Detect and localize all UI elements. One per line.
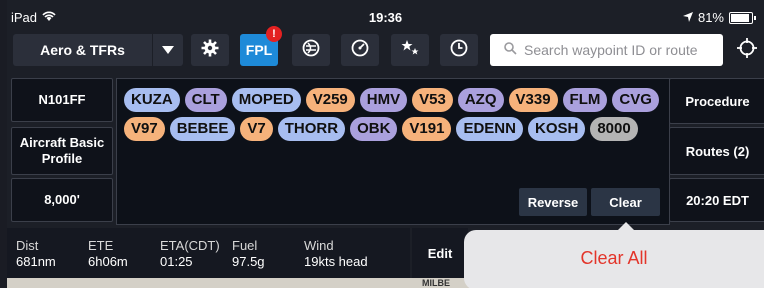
flight-plan-button[interactable]: FPL ! bbox=[240, 26, 282, 66]
search-icon bbox=[504, 42, 517, 58]
route-chip[interactable]: V259 bbox=[305, 88, 355, 112]
favorites-button[interactable] bbox=[391, 34, 429, 66]
route-chip[interactable]: EDENN bbox=[456, 117, 523, 141]
dist-value: 681nm bbox=[16, 254, 56, 269]
battery-percent: 81% bbox=[697, 10, 724, 25]
location-arrow-icon bbox=[682, 10, 693, 25]
aircraft-profile: Aircraft Basic Profile bbox=[19, 135, 105, 166]
route-chip[interactable]: MOPED bbox=[231, 88, 301, 112]
ete-stat: ETE 6h06m bbox=[88, 238, 128, 270]
departure-time: 20:20 EDT bbox=[686, 192, 749, 208]
search-input[interactable]: Search waypoint ID or route bbox=[490, 34, 723, 66]
route-chip[interactable]: V339 bbox=[508, 88, 558, 112]
route-chip[interactable]: 8000 bbox=[590, 117, 638, 141]
gauge-icon bbox=[351, 39, 369, 62]
route-chip[interactable]: CLT bbox=[184, 88, 227, 112]
gear-icon bbox=[201, 39, 219, 62]
route-chip[interactable]: V7 bbox=[240, 117, 273, 141]
clock: 19:36 bbox=[368, 10, 403, 25]
tail-number: N101FF bbox=[38, 92, 86, 107]
procedure-label: Procedure bbox=[685, 93, 750, 109]
route-chip[interactable]: V53 bbox=[412, 88, 453, 112]
fuel-value: 97.5g bbox=[232, 254, 265, 269]
route-chip[interactable]: THORR bbox=[277, 117, 346, 141]
tail-number-button[interactable]: N101FF bbox=[11, 78, 113, 122]
procedure-button[interactable]: Procedure bbox=[669, 78, 764, 124]
fuel-label: Fuel bbox=[232, 238, 258, 253]
eta-value: 01:25 bbox=[160, 254, 193, 269]
wind-stat: Wind 19kts head bbox=[304, 238, 368, 270]
route-chip[interactable]: CVG bbox=[612, 88, 659, 112]
departure-time-button[interactable]: 20:20 EDT bbox=[669, 178, 764, 222]
route-chip[interactable]: OBK bbox=[350, 117, 398, 141]
chevron-down-icon[interactable] bbox=[152, 34, 183, 66]
route-chip[interactable]: KOSH bbox=[527, 117, 586, 141]
timer-button[interactable] bbox=[440, 34, 478, 66]
altitude: 8,000' bbox=[44, 192, 80, 207]
reverse-label: Reverse bbox=[527, 194, 579, 210]
wind-label: Wind bbox=[304, 238, 334, 253]
edit-label: Edit bbox=[427, 245, 453, 261]
flight-info-bar: Dist 681nm ETE 6h06m ETA(CDT) 01:25 Fuel… bbox=[7, 228, 410, 278]
wind-value: 19kts head bbox=[304, 254, 368, 269]
alert-badge: ! bbox=[266, 26, 282, 42]
reverse-button[interactable]: Reverse bbox=[519, 188, 587, 216]
route-chip[interactable]: V191 bbox=[402, 117, 452, 141]
status-right: 81% bbox=[682, 10, 756, 25]
instruments-button[interactable] bbox=[341, 34, 379, 66]
crosshair-icon bbox=[737, 37, 757, 63]
routes-label: Routes (2) bbox=[685, 143, 750, 159]
toolbar: Aero & TFRs FPL ! Search waypoint ID or … bbox=[7, 26, 764, 68]
aircraft-profile-button[interactable]: Aircraft Basic Profile bbox=[11, 127, 113, 175]
globe-icon bbox=[302, 39, 320, 62]
clear-all-button[interactable]: Clear All bbox=[464, 248, 764, 269]
route-chips: KUZA CLT MOPED V259 HMV V53 AZQ V339 FLM CVG V97 BE… bbox=[124, 88, 664, 141]
dist-stat: Dist 681nm bbox=[16, 238, 56, 270]
layer-selector-label: Aero & TFRs bbox=[40, 42, 125, 58]
clear-all-popover: Clear All bbox=[464, 222, 764, 288]
route-chip[interactable]: KUZA bbox=[124, 88, 180, 112]
route-chip[interactable]: AZQ bbox=[457, 88, 504, 112]
clear-label: Clear bbox=[609, 194, 642, 210]
altitude-button[interactable]: 8,000' bbox=[11, 178, 113, 222]
fuel-stat: Fuel 97.5g bbox=[232, 238, 265, 270]
battery-icon bbox=[729, 11, 753, 24]
app-window: iPad 19:36 81% Aero & TFRs FPL ! Search … bbox=[7, 0, 764, 288]
locate-button[interactable] bbox=[731, 34, 763, 66]
route-chip[interactable]: HMV bbox=[359, 88, 408, 112]
routes-button[interactable]: Routes (2) bbox=[669, 127, 764, 175]
route-chip[interactable]: BEBEE bbox=[169, 117, 236, 141]
route-chip[interactable]: V97 bbox=[124, 117, 165, 141]
layer-selector[interactable]: Aero & TFRs bbox=[13, 34, 183, 66]
clear-button[interactable]: Clear bbox=[591, 188, 660, 216]
route-chip[interactable]: FLM bbox=[562, 88, 608, 112]
clock-icon bbox=[450, 39, 468, 62]
map-label: MILBE bbox=[422, 278, 450, 288]
stars-icon bbox=[401, 39, 419, 62]
ete-label: ETE bbox=[88, 238, 114, 253]
ete-value: 6h06m bbox=[88, 254, 128, 269]
settings-button[interactable] bbox=[191, 34, 229, 66]
weather-layers-button[interactable] bbox=[292, 34, 330, 66]
eta-stat: ETA(CDT) 01:25 bbox=[160, 238, 220, 270]
status-bar: iPad 19:36 81% bbox=[7, 0, 764, 34]
dist-label: Dist bbox=[16, 238, 39, 253]
edit-button[interactable]: Edit bbox=[412, 228, 468, 278]
search-placeholder: Search waypoint ID or route bbox=[524, 42, 698, 58]
flight-plan-label: FPL bbox=[245, 42, 273, 58]
eta-label: ETA(CDT) bbox=[160, 238, 220, 253]
